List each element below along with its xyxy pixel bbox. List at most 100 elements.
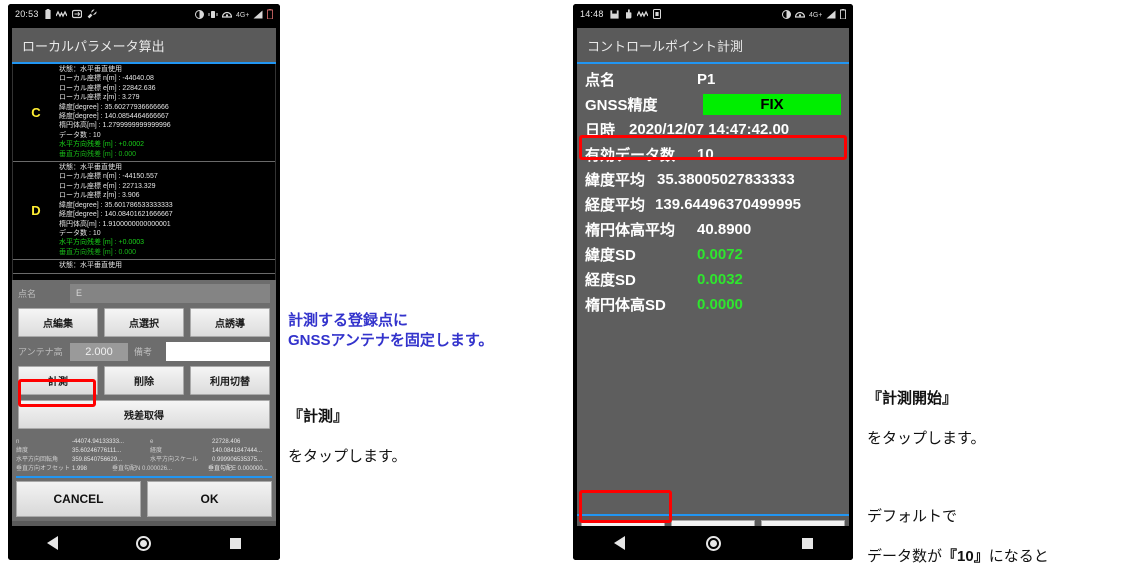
guide-point-button[interactable]: 点誘導	[190, 308, 270, 337]
svg-text:4G+: 4G+	[809, 12, 822, 18]
left-status-clock: 20:53	[15, 9, 39, 19]
annotation-right-title: 『計測開始』	[867, 390, 958, 407]
delete-button[interactable]: 削除	[104, 366, 184, 395]
record-line-residual-h: 水平方向残差 [m] : +0.0002	[59, 141, 144, 149]
control-point-measure-dialog: コントロールポイント計測 点名 P1 GNSS精度 FIX 日時 2020/12…	[577, 28, 849, 560]
record-line: 経度[degree] : 140.08401621666667	[59, 211, 173, 219]
point-button-row: 点編集 点選択 点誘導	[18, 308, 270, 337]
row-point-name: 点名 P1	[585, 67, 841, 92]
record-line: 状態：水平垂直使用	[59, 164, 122, 172]
list-item[interactable]: C 状態：水平垂直使用 ローカル座標 n[m] : -44040.08 ローカル…	[13, 64, 275, 163]
point-name-label: 点名	[18, 289, 37, 299]
row-lat-sd: 緯度SD 0.0072	[585, 242, 841, 267]
record-line: 状態：水平垂直使用	[59, 262, 122, 270]
right-app-area: コントロールポイント計測 点名 P1 GNSS精度 FIX 日時 2020/12…	[573, 24, 853, 560]
summary-key: 水平方向回転角	[16, 457, 59, 463]
parameter-summary: n -44074.94133333... e 22728.406 緯度 35.6…	[12, 436, 276, 476]
summary-value: 0.999906535375...	[212, 457, 263, 463]
row-ellipsoid-height-sd: 楕円体高SD 0.0000	[585, 292, 841, 317]
annotation-spacer	[867, 468, 1129, 488]
home-icon[interactable]	[136, 535, 152, 551]
point-name-input[interactable]: E	[70, 284, 270, 303]
control-point-list[interactable]: C 状態：水平垂直使用 ローカル座標 n[m] : -44040.08 ローカル…	[12, 64, 276, 280]
record-line: データ数 : 10	[59, 131, 101, 139]
record-line: 経度[degree] : 140.0854464666667	[59, 113, 169, 121]
datetime-value: 2020/12/07 14:47:42.00	[629, 121, 790, 138]
annotation-right-note-2: データ数が『10』になると	[867, 546, 1129, 568]
record-key: D	[31, 202, 41, 218]
latitude-sd-label: 緯度SD	[585, 247, 636, 264]
select-point-button[interactable]: 点選択	[104, 308, 184, 337]
right-phone-screenshot: 14:48 4G+ コントロールポイント計測 点名 P1 GNSS精度 FIX …	[573, 4, 853, 560]
left-form-area: 点名 E 点編集 点選択 点誘導 アンテナ高 2.000 備考 計測 削除 利用…	[12, 280, 276, 436]
vibrate-icon	[208, 10, 218, 19]
summary-value: 35.60246776111...	[72, 448, 122, 454]
left-dialog-title: ローカルパラメータ算出	[12, 28, 276, 62]
note-post: になると	[988, 548, 1049, 565]
summary-key: 水平方向スケール	[150, 457, 199, 463]
record-line: ローカル座標 e[m] : 22713.329	[59, 182, 156, 190]
annotation-left-black-body: をタップします。	[288, 448, 407, 465]
local-parameter-dialog: ローカルパラメータ算出 C 状態：水平垂直使用 ローカル座標 n[m] : -4…	[12, 28, 276, 560]
sync-icon	[71, 9, 82, 19]
record-line: 楕円体高[m] : 1.2799999999999996	[59, 122, 171, 130]
row-datetime: 日時 2020/12/07 14:47:42.00	[585, 117, 841, 142]
antenna-height-input[interactable]: 2.000	[70, 342, 128, 361]
summary-value: 垂直勾配E 0.000000...	[208, 466, 268, 472]
record-line: 楕円体高[m] : 1.9100000000000001	[59, 220, 171, 228]
battery-icon	[840, 9, 846, 19]
signal-icon	[253, 10, 263, 19]
summary-key: n	[16, 439, 20, 445]
list-item[interactable]: D 状態：水平垂直使用 ローカル座標 n[m] : -44150.557 ローカ…	[13, 162, 275, 261]
edit-point-button[interactable]: 点編集	[18, 308, 98, 337]
ellipsoid-height-average-label: 楕円体高平均	[585, 222, 676, 239]
row-lat-avg: 緯度平均 35.38005027833333	[585, 167, 841, 192]
recents-icon[interactable]	[229, 537, 241, 549]
annotation-right-body: をタップします。	[867, 430, 986, 447]
valid-data-count-label: 有効データ数	[585, 147, 676, 164]
record-key	[13, 261, 59, 270]
summary-row: 垂直方向オフセット 1.998 垂直勾配N 0.000026... 垂直勾配E …	[16, 465, 272, 474]
signal-icon	[826, 10, 836, 19]
datetime-label: 日時	[585, 122, 616, 139]
list-item[interactable]: 状態：水平垂直使用	[13, 260, 275, 274]
measure-button[interactable]: 計測	[18, 366, 98, 395]
record-line: 緯度[degree] : 35.601786533333333	[59, 201, 173, 209]
recents-icon[interactable]	[801, 537, 813, 549]
wave-icon	[55, 10, 67, 19]
note-input[interactable]	[166, 342, 270, 361]
status-badge: FIX	[703, 94, 841, 115]
toggle-use-button[interactable]: 利用切替	[190, 366, 270, 395]
ok-button[interactable]: OK	[147, 481, 272, 517]
measure-button-row: 計測 削除 利用切替	[18, 366, 270, 395]
summary-value: -44074.94133333...	[72, 439, 125, 445]
left-status-bar: 20:53 4G+	[8, 4, 280, 24]
record-line: ローカル座標 n[m] : -44040.08	[59, 75, 154, 83]
hand-icon	[624, 9, 632, 19]
record-line: 状態：水平垂直使用	[59, 66, 122, 73]
note-label: 備考	[134, 347, 153, 357]
right-dialog-title: コントロールポイント計測	[587, 39, 744, 54]
summary-key: e	[150, 439, 154, 445]
cancel-button[interactable]: CANCEL	[16, 481, 141, 517]
right-status-clock: 14:48	[580, 9, 604, 19]
left-app-area: ローカルパラメータ算出 C 状態：水平垂直使用 ローカル座標 n[m] : -4…	[8, 24, 280, 560]
row-lon-avg: 経度平均 139.64496370499995	[585, 192, 841, 217]
left-dialog-footer: CANCEL OK	[12, 476, 276, 521]
back-icon[interactable]	[47, 536, 59, 550]
back-icon[interactable]	[613, 536, 625, 550]
point-name-row: 点名 E	[18, 284, 270, 303]
home-icon[interactable]	[705, 535, 721, 551]
record-line: データ数 : 10	[59, 229, 101, 237]
longitude-sd-label: 経度SD	[585, 272, 636, 289]
ellipsoid-height-sd-value: 0.0000	[697, 296, 743, 313]
sim-icon	[652, 9, 661, 19]
point-name-label: 点名	[585, 72, 616, 89]
page-root: 20:53 4G+ ローカルパラメータ算出 C 状態：水平垂直使用 ローカル座標…	[0, 0, 1135, 571]
summary-value: 359.8540756629...	[72, 457, 123, 463]
get-residual-button[interactable]: 残差取得	[18, 400, 270, 429]
right-android-navbar	[573, 526, 853, 560]
summary-row: 緯度 35.60246776111... 経度 140.0841847444..…	[16, 447, 272, 456]
longitude-sd-value: 0.0032	[697, 271, 743, 288]
record-line: ローカル座標 n[m] : -44150.557	[59, 173, 158, 181]
